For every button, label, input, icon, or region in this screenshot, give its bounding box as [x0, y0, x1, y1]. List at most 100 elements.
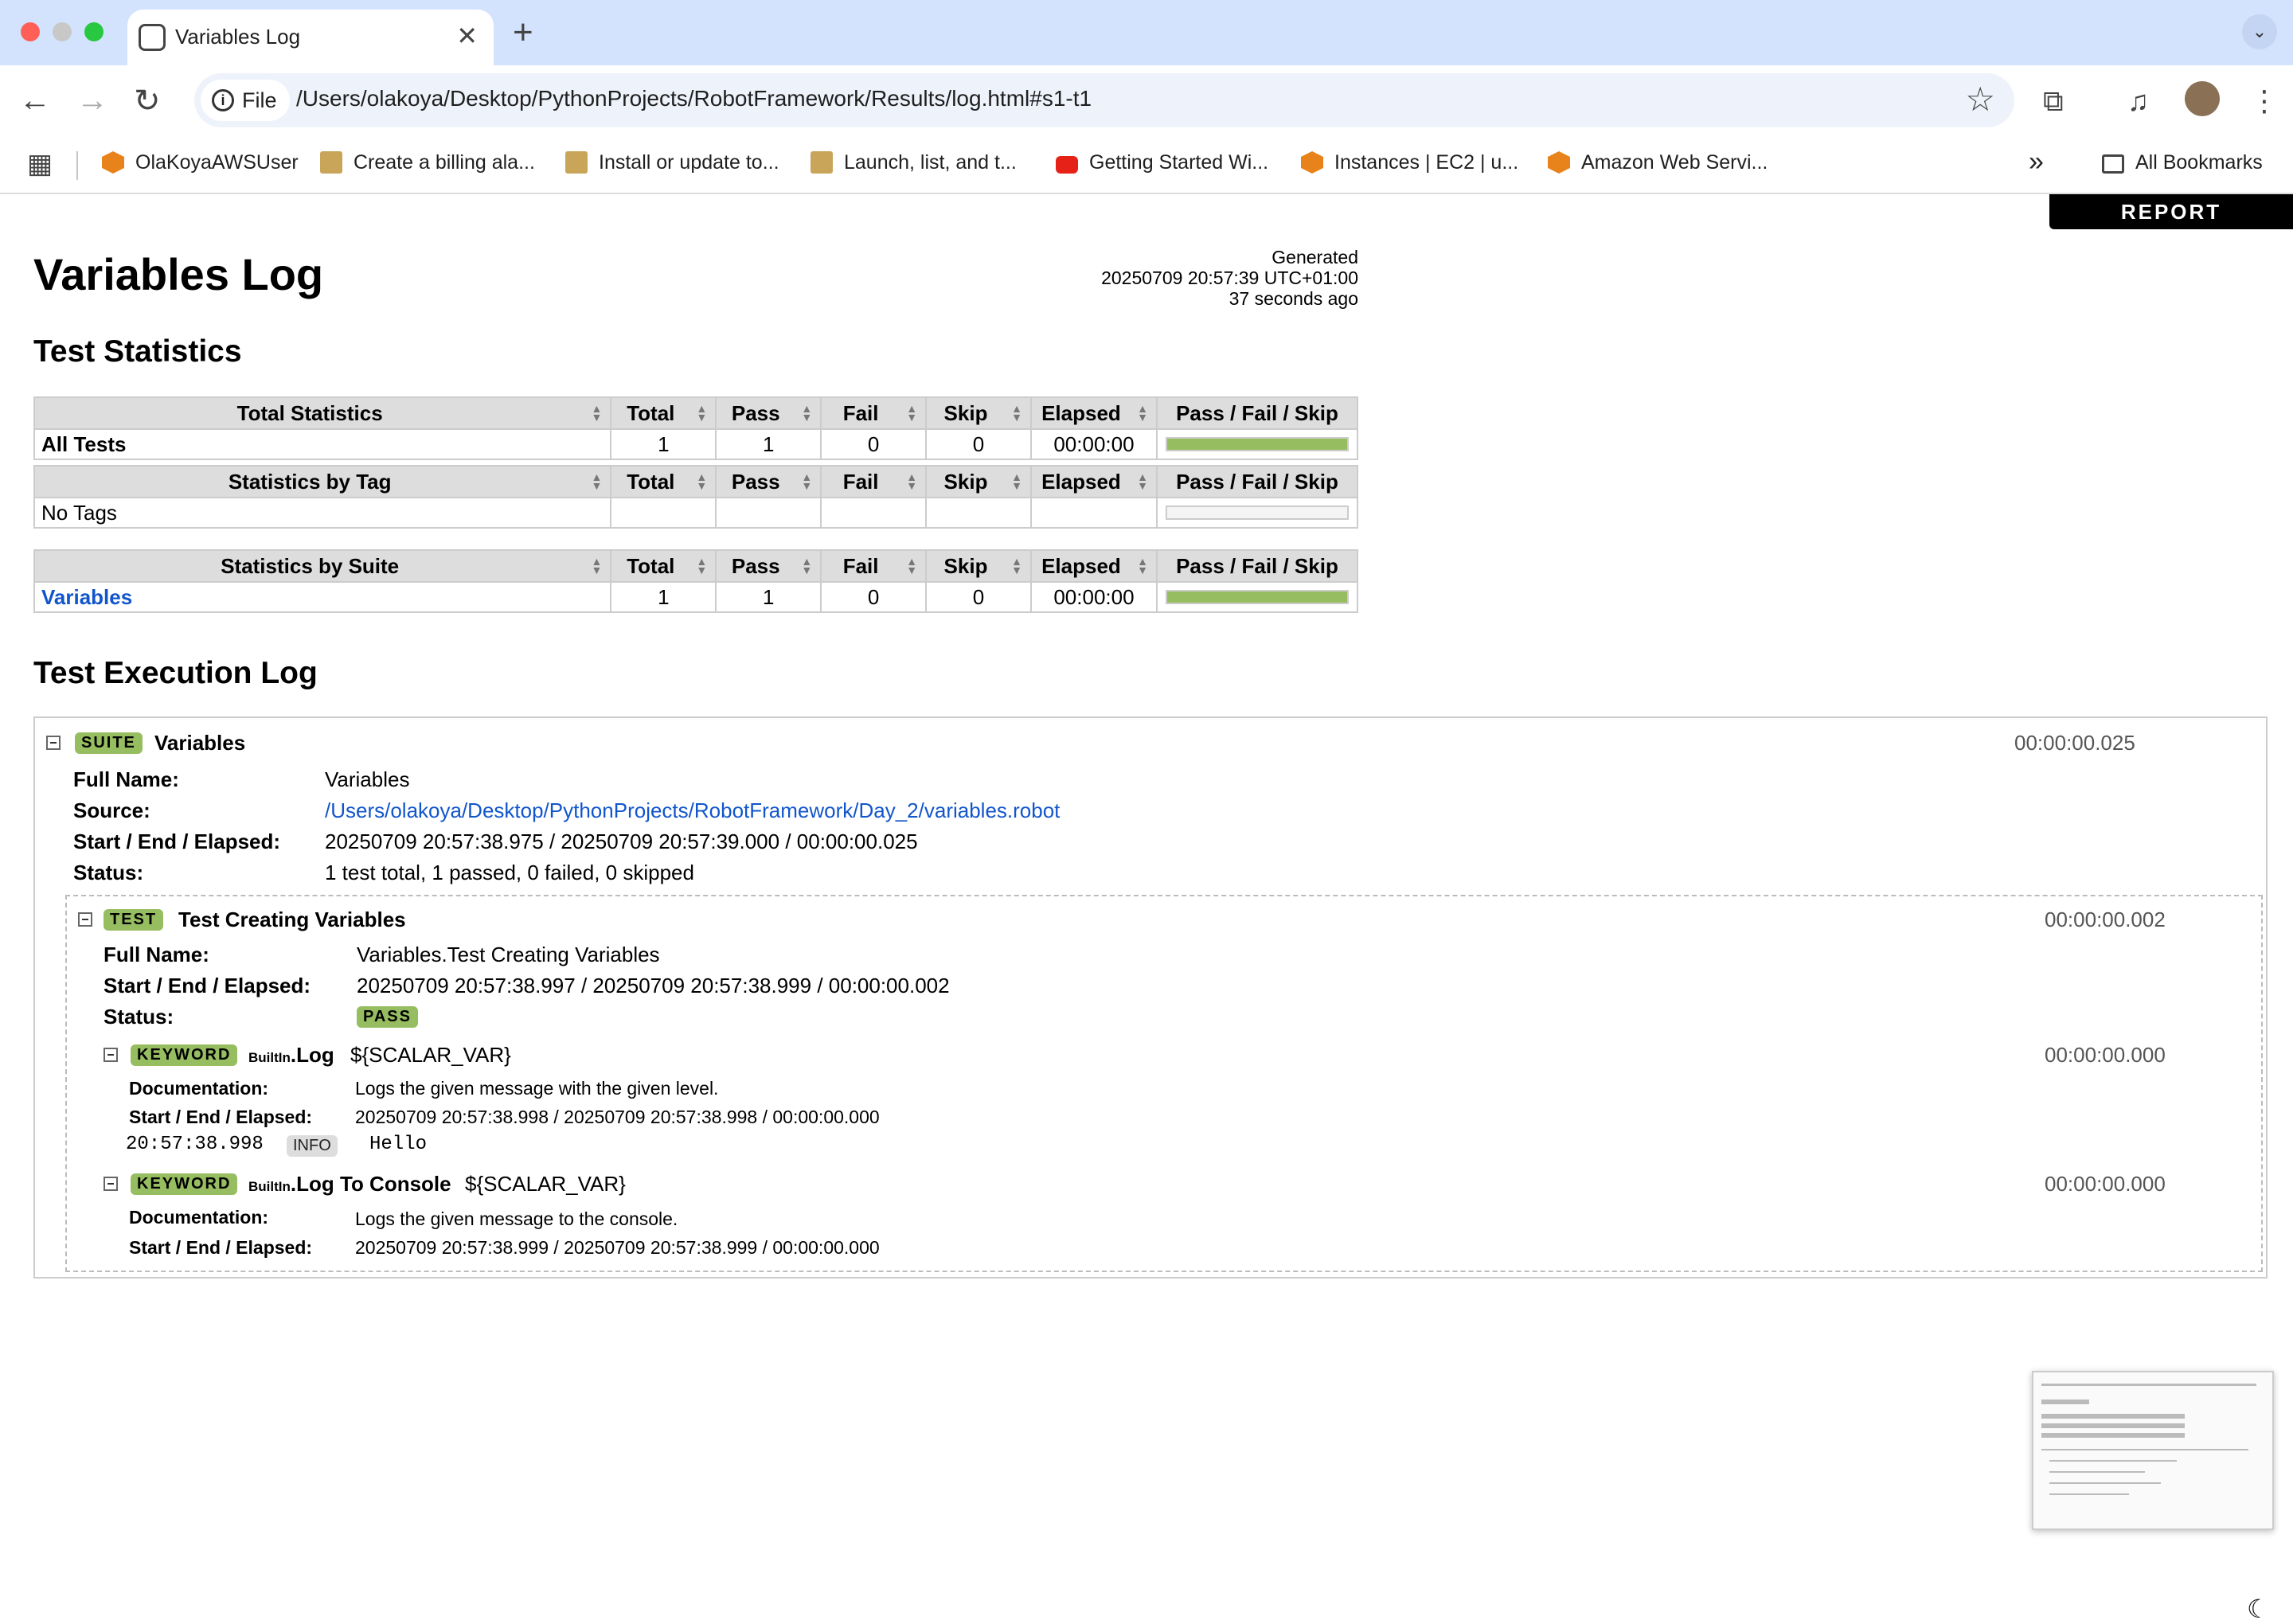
- sort-arrows-icon: ▲ ▼: [906, 402, 918, 424]
- new-tab-button[interactable]: +: [513, 13, 533, 53]
- keyword-doc-label: Documentation:: [129, 1078, 269, 1099]
- pass-bar-fill: [1166, 439, 1347, 450]
- collapse-keyword-toggle[interactable]: [104, 1177, 118, 1191]
- column-header-total[interactable]: Total ▲ ▼: [610, 396, 717, 430]
- column-header-name[interactable]: Total Statistics ▲ ▼: [33, 396, 612, 430]
- table-header-row: Total Statistics ▲ ▼ Total ▲ ▼ Pass ▲ ▼ Fail ▲ ▼…: [33, 396, 1359, 430]
- suite-source-link[interactable]: /Users/olakoya/Desktop/PythonProjects/Ro…: [325, 798, 1060, 823]
- column-header-pass[interactable]: Pass ▲ ▼: [715, 549, 822, 583]
- minimize-window-button[interactable]: [53, 22, 72, 41]
- thumbnail-line: [2041, 1414, 2185, 1419]
- column-header-name[interactable]: Statistics by Tag ▲ ▼: [33, 465, 612, 498]
- column-header-fail[interactable]: Fail ▲ ▼: [820, 465, 928, 498]
- bookmark-label: OlaKoyaAWSUser: [135, 151, 299, 174]
- tab-title: Variables Log: [175, 25, 301, 49]
- window-thumbnail-preview[interactable]: [2032, 1371, 2274, 1530]
- extensions-puzzle-icon[interactable]: ⧉: [2043, 84, 2064, 119]
- stat-pass: 1: [715, 581, 822, 613]
- bookmark-item[interactable]: Launch, list, and t...: [811, 151, 1017, 174]
- all-bookmarks-button[interactable]: All Bookmarks: [2102, 151, 2263, 174]
- bookmark-star-icon[interactable]: ☆: [1965, 80, 1995, 119]
- media-controls-icon[interactable]: ♫: [2127, 84, 2149, 118]
- bookmark-item[interactable]: Install or update to...: [565, 151, 779, 174]
- header-label: Total Statistics: [236, 400, 383, 425]
- stat-elapsed: [1029, 497, 1158, 529]
- column-header-total[interactable]: Total ▲ ▼: [610, 549, 717, 583]
- column-header-pass[interactable]: Pass ▲ ▼: [715, 396, 822, 430]
- collapse-suite-toggle[interactable]: [46, 736, 61, 750]
- suite-source-label: Source:: [73, 798, 150, 822]
- page-title: Variables Log: [33, 249, 324, 299]
- aws-cube-icon: [102, 151, 124, 174]
- thumbnail-line: [2041, 1384, 2256, 1386]
- test-execution-log-heading: Test Execution Log: [33, 656, 318, 690]
- sort-arrows-icon: ▲ ▼: [801, 555, 813, 576]
- collapse-test-toggle[interactable]: [78, 912, 92, 927]
- column-header-total[interactable]: Total ▲ ▼: [610, 465, 717, 498]
- bookmarks-divider: [76, 151, 78, 180]
- more-menu-icon[interactable]: ⋮: [2250, 84, 2279, 118]
- empty-bar: [1165, 506, 1349, 520]
- column-header-graph: Pass / Fail / Skip: [1155, 465, 1359, 498]
- generated-ago: 37 seconds ago: [1229, 288, 1358, 309]
- keyword-title[interactable]: BuiltIn.Log To Console: [248, 1172, 451, 1197]
- forward-arrow-icon[interactable]: →: [76, 83, 108, 119]
- column-header-pass[interactable]: Pass ▲ ▼: [715, 465, 822, 498]
- folder-icon: [2102, 154, 2124, 174]
- site-info-chip[interactable]: i File: [201, 80, 290, 121]
- stat-skip: 0: [925, 428, 1032, 460]
- reload-icon[interactable]: ↻: [134, 83, 161, 119]
- bookmark-item[interactable]: Getting Started Wi...: [1056, 151, 1268, 174]
- suite-statistics-table: Statistics by Suite ▲ ▼ Total ▲ ▼ Pass ▲ ▼ Fai…: [33, 549, 1359, 613]
- sort-arrows-icon: ▲ ▼: [696, 555, 708, 576]
- zoom-window-button[interactable]: [84, 22, 104, 41]
- column-header-skip[interactable]: Skip ▲ ▼: [925, 549, 1032, 583]
- suite-status: 1 test total, 1 passed, 0 failed, 0 skip…: [325, 861, 694, 884]
- sort-arrows-icon: ▲ ▼: [1137, 555, 1148, 576]
- bookmark-item[interactable]: Instances | EC2 | u...: [1301, 151, 1518, 174]
- apps-grid-icon[interactable]: ▦: [27, 148, 53, 180]
- column-header-fail[interactable]: Fail ▲ ▼: [820, 396, 928, 430]
- header-label: Total: [627, 469, 675, 494]
- keyword-doc-label: Documentation:: [129, 1207, 269, 1228]
- back-arrow-icon[interactable]: ←: [19, 83, 51, 119]
- header-label: Skip: [943, 400, 988, 425]
- suite-name[interactable]: Variables: [154, 731, 245, 755]
- header-label: Fail: [842, 400, 879, 425]
- more-bookmarks-chevron-icon[interactable]: »: [2029, 146, 2044, 178]
- total-statistics-table: Total Statistics ▲ ▼ Total ▲ ▼ Pass ▲ ▼ Fail ▲ ▼…: [33, 396, 1359, 460]
- keyword-title[interactable]: BuiltIn.Log: [248, 1043, 334, 1068]
- dark-mode-moon-icon[interactable]: ☾: [2247, 1594, 2270, 1624]
- profile-avatar[interactable]: [2185, 81, 2220, 116]
- browser-tab[interactable]: Variables Log ✕: [127, 10, 494, 65]
- suite-link[interactable]: Variables: [41, 585, 132, 609]
- stat-name: Variables: [33, 581, 612, 613]
- close-window-button[interactable]: [21, 22, 40, 41]
- column-header-elapsed[interactable]: Elapsed ▲ ▼: [1029, 465, 1158, 498]
- column-header-elapsed[interactable]: Elapsed ▲ ▼: [1029, 549, 1158, 583]
- column-header-fail[interactable]: Fail ▲ ▼: [820, 549, 928, 583]
- report-button[interactable]: REPORT: [2049, 194, 2293, 229]
- column-header-name[interactable]: Statistics by Suite ▲ ▼: [33, 549, 612, 583]
- url-text[interactable]: /Users/olakoya/Desktop/PythonProjects/Ro…: [296, 86, 1092, 111]
- column-header-skip[interactable]: Skip ▲ ▼: [925, 396, 1032, 430]
- test-name[interactable]: Test Creating Variables: [178, 908, 406, 932]
- column-header-elapsed[interactable]: Elapsed ▲ ▼: [1029, 396, 1158, 430]
- keyword-library: BuiltIn: [248, 1179, 291, 1194]
- test-times: 20250709 20:57:38.997 / 20250709 20:57:3…: [357, 974, 950, 997]
- bookmark-item[interactable]: OlaKoyaAWSUser: [102, 151, 299, 174]
- collapse-keyword-toggle[interactable]: [104, 1048, 118, 1062]
- keyword-library: BuiltIn: [248, 1050, 291, 1065]
- tab-search-chevron-down-icon[interactable]: ⌄: [2242, 14, 2277, 49]
- bookmark-item[interactable]: Amazon Web Servi...: [1548, 151, 1768, 174]
- keyword-doc: Logs the given message to the console.: [355, 1208, 678, 1229]
- pass-bar-fill: [1166, 591, 1347, 603]
- column-header-skip[interactable]: Skip ▲ ▼: [925, 465, 1032, 498]
- sort-arrows-icon: ▲ ▼: [591, 555, 603, 576]
- bookmark-item[interactable]: Create a billing ala...: [320, 151, 535, 174]
- tab-close-icon[interactable]: ✕: [456, 21, 478, 51]
- table-row: Variables 1 1 0 0 00:00:00: [33, 581, 1359, 613]
- keyword-times: 20250709 20:57:38.999 / 20250709 20:57:3…: [355, 1237, 880, 1258]
- address-bar[interactable]: i File /Users/olakoya/Desktop/PythonProj…: [194, 73, 2014, 127]
- bookmark-label: Install or update to...: [599, 151, 779, 174]
